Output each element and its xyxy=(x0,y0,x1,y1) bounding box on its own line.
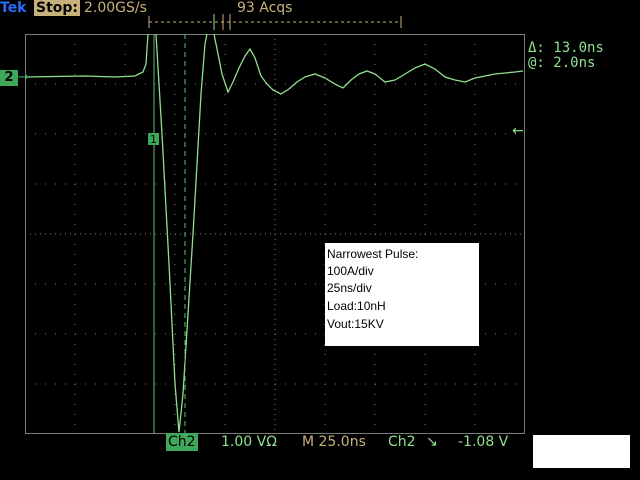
cursor-position-readout: @: 2.0ns xyxy=(528,55,596,71)
brand-logo: Tek xyxy=(0,0,27,16)
annotation-line: 100A/div xyxy=(327,264,374,278)
annotation-line: Vout:15KV xyxy=(327,317,384,331)
trigger-source-readout: Ch2 xyxy=(388,434,416,450)
trigger-level-arrow-icon[interactable]: ← xyxy=(512,123,524,139)
ch2-marker-arrow-icon: → xyxy=(18,70,29,85)
ch2-waveform xyxy=(25,34,524,433)
annotation-line: 25ns/div xyxy=(327,281,372,295)
record-position-bar[interactable] xyxy=(148,10,404,30)
trigger-slope-icon: ↘ xyxy=(426,434,438,450)
ch2-ground-marker[interactable]: 2 xyxy=(0,70,18,86)
channel-2-label[interactable]: Ch2 xyxy=(166,433,198,451)
cursor-delta-readout: Δ: 13.0ns xyxy=(528,40,604,56)
graticule-grid xyxy=(25,34,525,434)
blank-panel xyxy=(533,435,630,468)
sample-rate-readout: 2.00GS/s xyxy=(84,0,147,16)
run-stop-status[interactable]: Stop: xyxy=(34,0,81,16)
trigger-level-readout: -1.08 V xyxy=(458,434,509,450)
annotation-box: Narrowest Pulse: 100A/div 25ns/div Load:… xyxy=(325,243,479,346)
annotation-line: Narrowest Pulse: xyxy=(327,247,419,261)
scope-graticule[interactable]: 1 xyxy=(25,34,525,434)
annotation-line: Load:10nH xyxy=(327,299,386,313)
cursor-1-label: 1 xyxy=(150,133,157,146)
time-per-div-readout: M 25.0ns xyxy=(302,434,366,450)
volts-per-div-readout: 1.00 VΩ xyxy=(221,434,277,450)
